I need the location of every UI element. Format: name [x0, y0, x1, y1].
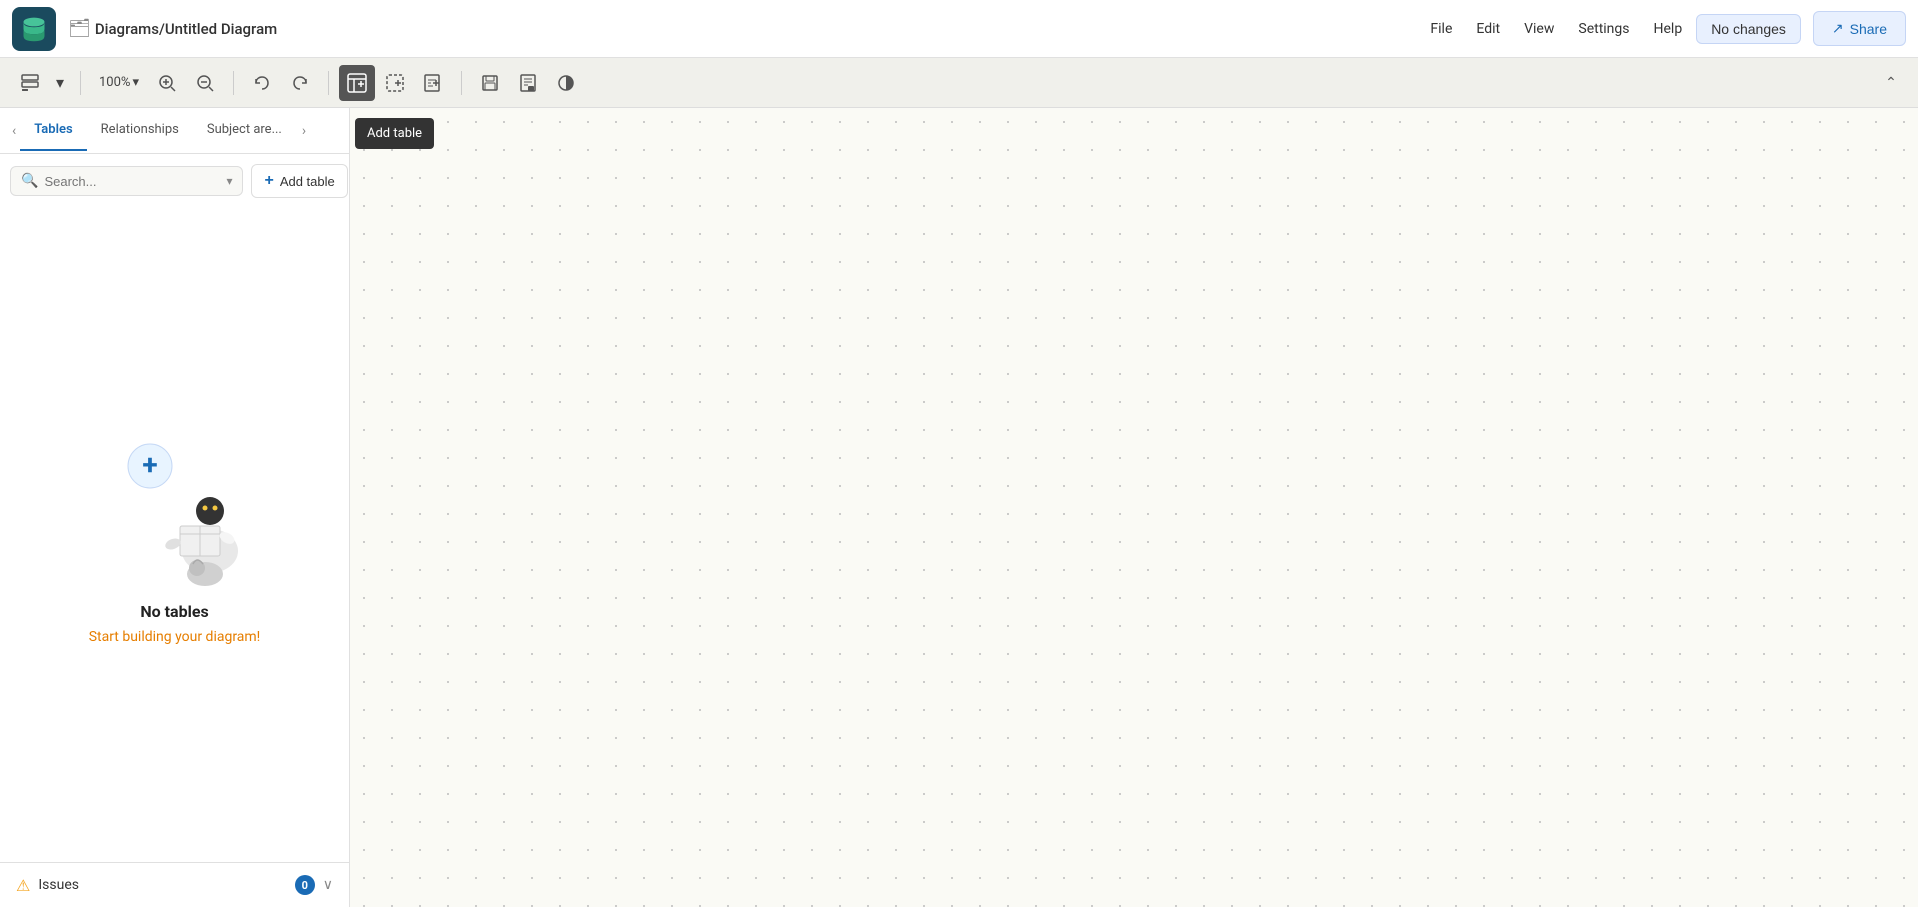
toolbar: ▾ 100% ▾	[0, 58, 1918, 108]
zoom-value: 100%	[99, 75, 130, 90]
no-changes-button[interactable]: No changes	[1696, 14, 1801, 44]
add-subject-area-button[interactable]	[377, 65, 413, 101]
breadcrumb-text: Diagrams/Untitled Diagram	[95, 20, 277, 38]
nav-edit[interactable]: Edit	[1474, 17, 1502, 41]
tab-subject-areas[interactable]: Subject are...	[193, 110, 296, 151]
nav-help[interactable]: Help	[1652, 17, 1685, 41]
nav-settings[interactable]: Settings	[1576, 17, 1631, 41]
search-input[interactable]	[44, 174, 220, 189]
contrast-button[interactable]	[548, 65, 584, 101]
prev-tab-button[interactable]: ‹	[8, 119, 20, 143]
tab-relationships[interactable]: Relationships	[87, 110, 193, 151]
tabs-bar: ‹ Tables Relationships Subject are... ›	[0, 108, 349, 154]
zoom-control[interactable]: 100% ▾	[91, 71, 147, 94]
separator-3	[328, 71, 329, 95]
issues-bar[interactable]: ⚠ Issues 0 ∨	[0, 862, 349, 907]
share-label: Share	[1850, 21, 1887, 37]
warning-icon: ⚠	[16, 876, 30, 895]
canvas-area[interactable]	[350, 108, 1918, 907]
nav-menu: File Edit View Settings Help	[1428, 17, 1684, 41]
tab-tables[interactable]: Tables	[20, 110, 86, 151]
search-bar: 🔍 ▾ + Add table	[0, 154, 349, 208]
undo-button[interactable]	[244, 65, 280, 101]
collapse-toolbar-button[interactable]: ⌃	[1876, 68, 1906, 98]
more-tabs-button[interactable]: ›	[298, 119, 310, 143]
format-dropdown[interactable]: ▾	[50, 65, 70, 101]
zoom-out-button[interactable]	[187, 65, 223, 101]
canvas-background	[350, 108, 1918, 907]
diagram-icon: 🗂	[68, 18, 91, 39]
chevron-up-icon: ⌃	[1885, 75, 1897, 91]
issues-count-badge: 0	[295, 875, 315, 895]
history-group	[244, 65, 318, 101]
empty-state-title: No tables	[140, 602, 208, 621]
search-container: 🔍 ▾	[10, 166, 243, 196]
zoom-chevron: ▾	[132, 75, 139, 90]
top-bar: 🗂 Diagrams/Untitled Diagram File Edit Vi…	[0, 0, 1918, 58]
search-icon: 🔍	[21, 173, 38, 189]
separator-2	[233, 71, 234, 95]
add-table-toolbar-button[interactable]	[339, 65, 375, 101]
empty-illustration: +	[85, 426, 265, 586]
nav-file[interactable]: File	[1428, 17, 1454, 41]
share-button[interactable]: ↗ Share	[1813, 11, 1906, 46]
format-button[interactable]	[12, 65, 48, 101]
plus-icon: +	[264, 172, 273, 190]
svg-text:+: +	[142, 448, 157, 481]
separator-4	[461, 71, 462, 95]
add-note-button[interactable]	[415, 65, 451, 101]
main-layout: ‹ Tables Relationships Subject are... › …	[0, 108, 1918, 907]
nav-view[interactable]: View	[1522, 17, 1556, 41]
app-logo	[12, 7, 56, 51]
left-sidebar: ‹ Tables Relationships Subject are... › …	[0, 108, 350, 907]
empty-state-subtitle: Start building your diagram!	[89, 629, 261, 645]
zoom-group: 100% ▾	[91, 65, 223, 101]
search-dropdown-icon[interactable]: ▾	[226, 174, 232, 188]
empty-state: +	[0, 208, 349, 862]
add-table-sidebar-button[interactable]: + Add table	[251, 164, 347, 198]
history-button[interactable]	[510, 65, 546, 101]
separator-1	[80, 71, 81, 95]
zoom-in-button[interactable]	[149, 65, 185, 101]
share-icon: ↗	[1832, 20, 1844, 37]
chevron-down-icon: ▾	[56, 73, 64, 93]
save-button[interactable]	[472, 65, 508, 101]
add-table-label: Add table	[280, 174, 335, 189]
format-group: ▾	[12, 65, 70, 101]
redo-button[interactable]	[282, 65, 318, 101]
breadcrumb-area: 🗂 Diagrams/Untitled Diagram	[68, 18, 1396, 39]
issues-label: Issues	[38, 877, 286, 893]
file-actions-group	[472, 65, 584, 101]
diagram-actions-group	[339, 65, 451, 101]
issues-chevron-icon: ∨	[323, 877, 333, 893]
